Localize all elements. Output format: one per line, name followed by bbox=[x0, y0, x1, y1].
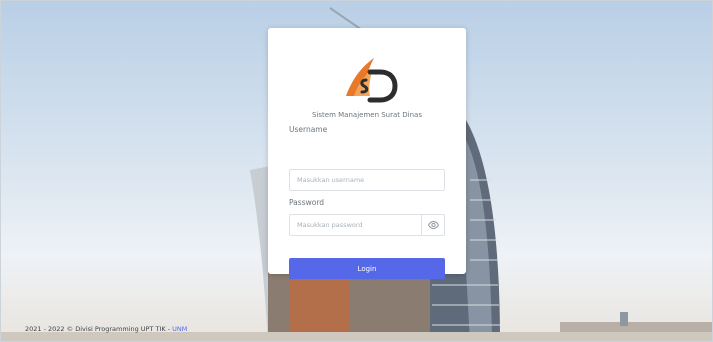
footer: 2021 - 2022 © Divisi Programming UPT TIK… bbox=[25, 325, 187, 333]
username-input[interactable]: Masukkan username bbox=[289, 169, 445, 191]
footer-text: 2021 - 2022 © Divisi Programming UPT TIK… bbox=[25, 325, 173, 333]
login-button[interactable]: Login bbox=[289, 258, 445, 279]
username-label: Username bbox=[289, 125, 328, 134]
toggle-password-button[interactable] bbox=[421, 214, 445, 236]
login-card: Sistem Manajemen Surat Dinas Username Ma… bbox=[268, 28, 466, 279]
password-input[interactable]: Masukkan password bbox=[289, 214, 421, 236]
password-label: Password bbox=[289, 198, 325, 207]
password-group: Masukkan password bbox=[289, 214, 445, 236]
logo-icon bbox=[346, 58, 398, 103]
eye-icon bbox=[427, 221, 439, 229]
app-title: Sistem Manajemen Surat Dinas bbox=[312, 111, 422, 119]
footer-link-unm[interactable]: UNM bbox=[172, 325, 187, 333]
